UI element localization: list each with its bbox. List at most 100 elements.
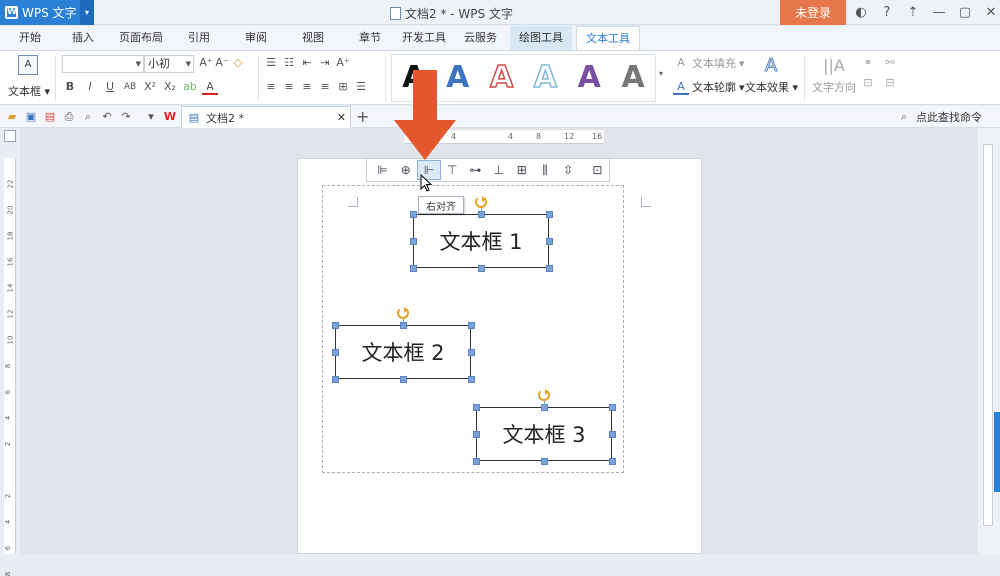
resize-handle[interactable]	[472, 430, 480, 438]
rotate-handle-icon[interactable]	[475, 196, 487, 208]
distribute-h-space-icon[interactable]: ⫼	[533, 160, 556, 180]
resize-handle[interactable]	[540, 457, 548, 465]
align-center-icon[interactable]: ≡	[281, 79, 297, 95]
close-icon[interactable]: ✕	[978, 3, 1000, 23]
resize-handle[interactable]	[608, 403, 616, 411]
restore-icon[interactable]: ▢	[952, 3, 978, 23]
link-icon[interactable]: ⚭	[860, 55, 876, 71]
font-color-icon[interactable]: A	[202, 79, 218, 95]
underline-icon[interactable]: U	[102, 79, 118, 95]
help-icon[interactable]: ?	[874, 3, 900, 23]
resize-handle[interactable]	[467, 375, 475, 383]
vertical-scrollbar[interactable]	[978, 128, 1000, 554]
save-icon[interactable]: ▣	[23, 109, 39, 125]
style-red-outline[interactable]: A	[489, 62, 514, 94]
document-tab[interactable]: ▤ 文档2 * ✕	[181, 106, 351, 128]
tab-text-tools[interactable]: 文本工具	[576, 26, 640, 50]
print-icon[interactable]: ⎙	[61, 109, 77, 125]
number-list-icon[interactable]: ☷	[281, 55, 297, 71]
style-gallery-more-icon[interactable]: ▾	[659, 69, 663, 78]
align-middle-objects-icon[interactable]: ⊶	[464, 160, 487, 180]
resize-handle[interactable]	[472, 403, 480, 411]
tab-cloud[interactable]: 云服务	[455, 26, 506, 50]
resize-handle[interactable]	[467, 348, 475, 356]
line-spacing-icon[interactable]: ☰	[353, 79, 369, 95]
align-center-objects-icon[interactable]: ⊕	[394, 160, 417, 180]
align-left-icon[interactable]: ≡	[263, 79, 279, 95]
undo-icon[interactable]: ↶	[99, 109, 115, 125]
text-fill-button[interactable]: A 文本填充 ▾	[673, 55, 744, 71]
tab-chapter[interactable]: 章节	[350, 26, 390, 50]
scrollbar-thumb[interactable]	[983, 144, 993, 526]
resize-handle[interactable]	[409, 264, 417, 272]
style-purple[interactable]: A	[578, 63, 601, 93]
increase-indent-icon[interactable]: ⇥	[317, 55, 333, 71]
style-light-blue-outline[interactable]: A	[533, 62, 558, 94]
bullet-list-icon[interactable]: ☰	[263, 55, 279, 71]
resize-handle[interactable]	[331, 321, 339, 329]
resize-handle[interactable]	[608, 430, 616, 438]
align-right-icon[interactable]: ≡	[299, 79, 315, 95]
ruler-corner-icon[interactable]	[4, 130, 16, 142]
new-tab-icon[interactable]: +	[356, 107, 369, 126]
customize-dropdown-icon[interactable]: ▾	[143, 109, 159, 125]
grow-font-icon[interactable]: A⁺	[198, 55, 214, 71]
bold-icon[interactable]: B	[62, 79, 78, 95]
close-tab-icon[interactable]: ✕	[337, 111, 346, 124]
textbox-2[interactable]: 文本框 2	[335, 325, 471, 379]
app-menu-chevron-icon[interactable]: ▾	[80, 0, 94, 25]
resize-handle[interactable]	[477, 264, 485, 272]
strikethrough-icon[interactable]: AB	[122, 79, 138, 95]
resize-handle[interactable]	[545, 237, 553, 245]
style-gray[interactable]: A	[621, 63, 644, 93]
resize-handle[interactable]	[472, 457, 480, 465]
font-size-combo[interactable]: 小初 ▼	[144, 55, 194, 73]
minimize-icon[interactable]: —	[926, 3, 952, 23]
tab-insert[interactable]: 插入	[63, 26, 103, 50]
vertical-ruler[interactable]: 22 20 18 16 14 12 10 8 6 4 2 2 4 6 8	[4, 158, 16, 576]
print-preview-icon[interactable]: ⌕	[80, 109, 96, 125]
rotate-handle-icon[interactable]	[397, 307, 409, 319]
clear-format-icon[interactable]: ◇	[230, 55, 246, 71]
text-effect-button[interactable]: A 文本效果 ▾	[745, 55, 798, 95]
app-menu-button[interactable]: W WPS 文字 ▾	[0, 0, 94, 25]
tab-page-layout[interactable]: 页面布局	[110, 26, 172, 50]
resize-handle[interactable]	[608, 457, 616, 465]
distribute-horizontal-icon[interactable]: ⊞	[510, 160, 533, 180]
subscript-icon[interactable]: X₂	[162, 79, 178, 95]
italic-icon[interactable]: I	[82, 79, 98, 95]
tab-start[interactable]: 开始	[10, 26, 50, 50]
text-direction-button[interactable]: ||A 文字方向	[810, 55, 858, 95]
resize-handle[interactable]	[331, 348, 339, 356]
resize-handle[interactable]	[399, 375, 407, 383]
resize-handle[interactable]	[467, 321, 475, 329]
resize-handle[interactable]	[545, 264, 553, 272]
tab-view[interactable]: 视图	[293, 26, 333, 50]
save-as-icon[interactable]: ▤	[42, 109, 58, 125]
rotate-handle-icon[interactable]	[538, 389, 550, 401]
tab-references[interactable]: 引用	[179, 26, 219, 50]
textbox-3[interactable]: 文本框 3	[476, 407, 612, 461]
text-direction-icon[interactable]: A⁺	[335, 55, 351, 71]
skin-icon[interactable]: ◐	[848, 3, 874, 23]
horizontal-ruler[interactable]: 2420161284481216202428	[296, 130, 702, 144]
tab-drawing-tools[interactable]: 绘图工具	[510, 26, 572, 50]
text-outline-button[interactable]: A 文本轮廓 ▾	[673, 79, 745, 95]
side-panel-handle[interactable]	[994, 412, 1000, 492]
justify-icon[interactable]: ≡	[317, 79, 333, 95]
frame-icon[interactable]: ⊡	[860, 75, 876, 91]
superscript-icon[interactable]: X²	[142, 79, 158, 95]
decrease-indent-icon[interactable]: ⇤	[299, 55, 315, 71]
tab-review[interactable]: 审阅	[236, 26, 276, 50]
resize-handle[interactable]	[409, 210, 417, 218]
highlight-icon[interactable]: ab	[182, 79, 198, 95]
open-icon[interactable]: ▰	[4, 109, 20, 125]
login-button[interactable]: 未登录	[780, 0, 846, 25]
redo-icon[interactable]: ↷	[118, 109, 134, 125]
group-objects-icon[interactable]: ⊡	[586, 160, 609, 180]
shrink-font-icon[interactable]: A⁻	[214, 55, 230, 71]
textbox-1[interactable]: 文本框 1	[413, 214, 549, 268]
pin-icon[interactable]: ⇡	[900, 3, 926, 23]
tab-developer[interactable]: 开发工具	[393, 26, 455, 50]
resize-handle[interactable]	[409, 237, 417, 245]
